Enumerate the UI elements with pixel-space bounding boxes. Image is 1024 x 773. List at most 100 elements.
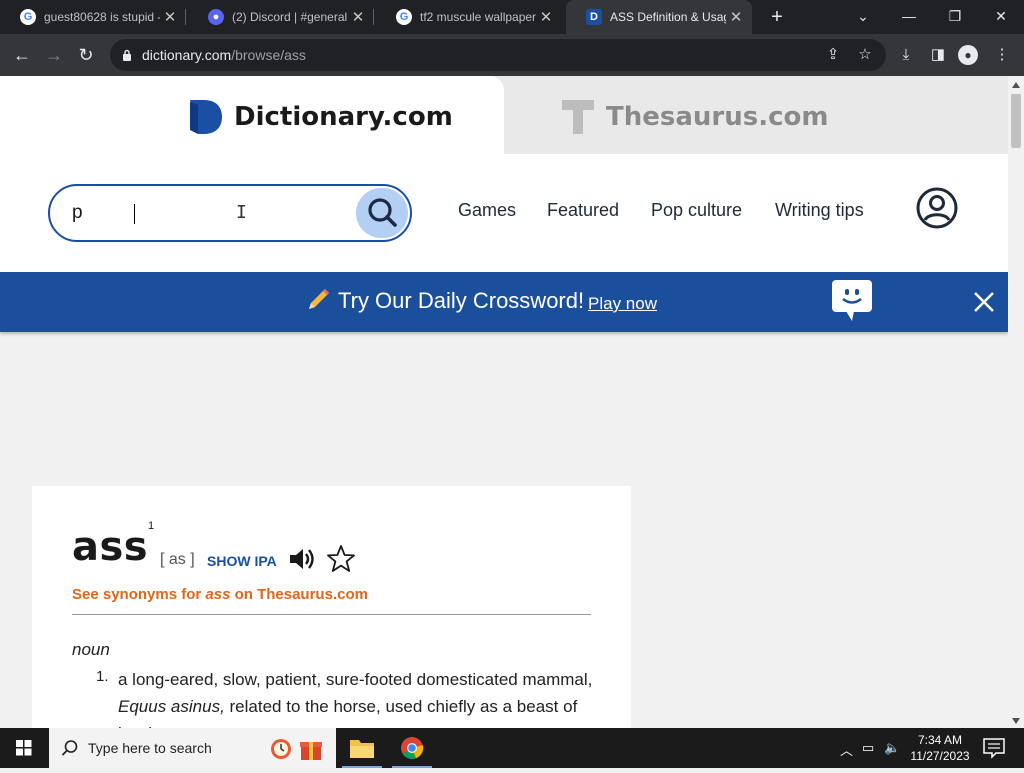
forward-icon[interactable]: → bbox=[42, 43, 66, 67]
show-ipa-button[interactable]: SHOW IPA bbox=[207, 553, 277, 569]
account-icon[interactable] bbox=[916, 187, 958, 229]
chat-bot-icon[interactable] bbox=[832, 280, 872, 322]
side-panel-icon[interactable]: ◨ bbox=[928, 45, 948, 65]
text-caret bbox=[134, 204, 135, 224]
headword-superscript: 1 bbox=[148, 520, 155, 532]
dictionary-logo-icon bbox=[190, 100, 222, 134]
restore-icon[interactable]: ❐ bbox=[932, 0, 978, 34]
google-icon: G bbox=[20, 9, 36, 25]
minimize-icon[interactable]: — bbox=[886, 0, 932, 34]
dictionary-logo[interactable]: Dictionary.com bbox=[190, 100, 453, 134]
browser-tab-strip: G guest80628 is stupid - ✕ ● (2) Discord… bbox=[0, 0, 1024, 34]
tab-close-icon[interactable]: ✕ bbox=[348, 8, 368, 26]
definition-card: ass 1 [ as ] SHOW IPA See synonyms for a… bbox=[32, 486, 631, 728]
browser-tab[interactable]: G tf2 muscule wallpaper ✕ bbox=[376, 0, 562, 34]
url-path: /browse/ass bbox=[231, 47, 306, 63]
tab-separator bbox=[373, 9, 374, 25]
start-button[interactable] bbox=[0, 728, 48, 768]
tab-close-icon[interactable]: ✕ bbox=[726, 8, 746, 26]
tab-search-icon[interactable]: ⌄ bbox=[840, 0, 886, 34]
thesaurus-synonyms-link[interactable]: See synonyms for ass on Thesaurus.com bbox=[72, 586, 368, 603]
browser-tab-active[interactable]: D ASS Definition & Usag ✕ bbox=[566, 0, 752, 34]
crossword-banner: Try Our Daily Crossword! Play now bbox=[0, 272, 1008, 332]
volume-muted-icon[interactable]: 🔈 bbox=[884, 740, 900, 756]
definition-scientific-name: Equus asinus, bbox=[118, 697, 225, 716]
synonyms-suffix: on Thesaurus.com bbox=[230, 586, 368, 603]
tray-chevron-icon[interactable]: ︿ bbox=[840, 740, 853, 759]
search-box[interactable]: I bbox=[48, 184, 412, 242]
scroll-down-icon[interactable] bbox=[1012, 718, 1020, 724]
browser-tab[interactable]: G guest80628 is stupid - ✕ bbox=[0, 0, 186, 34]
pronunciation: [ as ] bbox=[160, 551, 195, 568]
file-explorer-taskbar-icon[interactable] bbox=[338, 728, 386, 768]
network-icon[interactable]: ▭ bbox=[862, 740, 874, 756]
download-icon[interactable]: ⤓ bbox=[896, 45, 916, 65]
nav-writing-tips[interactable]: Writing tips bbox=[775, 200, 864, 221]
tab-title: (2) Discord | #general bbox=[232, 10, 348, 24]
thesaurus-logo-icon bbox=[562, 100, 594, 134]
profile-icon[interactable]: ● bbox=[958, 45, 978, 65]
chrome-icon bbox=[401, 737, 424, 759]
back-icon[interactable]: ← bbox=[10, 43, 34, 67]
windows-logo-icon bbox=[16, 740, 32, 756]
scroll-up-icon[interactable] bbox=[1012, 82, 1020, 88]
definition-number: 1. bbox=[96, 668, 109, 685]
windows-taskbar: Type here to search ︿ ▭ 🔈 7:34 AM 11/27/… bbox=[0, 728, 1024, 768]
clock-time: 7:34 AM bbox=[917, 733, 963, 747]
nav-pop-culture[interactable]: Pop culture bbox=[651, 200, 742, 221]
browser-toolbar: ← → ↻ dictionary.com/browse/ass ⇪ ☆ ⤓ ◨ … bbox=[0, 34, 1024, 76]
favorite-star-icon[interactable] bbox=[326, 544, 356, 574]
lock-icon bbox=[123, 49, 131, 61]
close-banner-icon[interactable] bbox=[972, 290, 996, 314]
search-input[interactable] bbox=[72, 199, 332, 227]
part-of-speech: noun bbox=[72, 640, 110, 659]
tab-title: tf2 muscule wallpaper bbox=[420, 10, 536, 24]
tab-close-icon[interactable]: ✕ bbox=[160, 8, 180, 26]
chrome-taskbar-icon[interactable] bbox=[388, 728, 436, 768]
browser-tab[interactable]: ● (2) Discord | #general ✕ bbox=[188, 0, 374, 34]
search-icon bbox=[368, 198, 397, 227]
google-icon: G bbox=[396, 9, 412, 25]
play-now-link[interactable]: Play now bbox=[588, 294, 657, 314]
tab-close-icon[interactable]: ✕ bbox=[536, 8, 556, 26]
headword: ass bbox=[72, 524, 149, 570]
mouse-ibeam-cursor: I bbox=[236, 202, 247, 223]
clock-date: 11/27/2023 bbox=[910, 749, 970, 763]
new-tab-icon[interactable]: + bbox=[766, 6, 788, 28]
address-url: dictionary.com/browse/ass bbox=[142, 47, 306, 63]
discord-icon: ● bbox=[208, 9, 224, 25]
thesaurus-logo[interactable]: Thesaurus.com bbox=[562, 100, 828, 134]
reload-icon[interactable]: ↻ bbox=[74, 43, 98, 67]
tab-title: guest80628 is stupid - bbox=[44, 10, 160, 24]
dictionary-brand-text: Dictionary.com bbox=[234, 102, 453, 132]
menu-kebab-icon[interactable]: ⋮ bbox=[992, 45, 1012, 65]
system-clock[interactable]: 7:34 AM 11/27/2023 bbox=[900, 732, 980, 764]
close-window-icon[interactable]: ✕ bbox=[978, 0, 1024, 34]
definition-part-a: a long-eared, slow, patient, sure-footed… bbox=[118, 670, 593, 689]
bookmark-star-icon[interactable]: ☆ bbox=[856, 46, 874, 64]
definition-text: a long-eared, slow, patient, sure-footed… bbox=[118, 666, 598, 728]
url-domain: dictionary.com bbox=[142, 47, 232, 63]
speaker-icon[interactable] bbox=[288, 545, 316, 573]
gift-icon bbox=[300, 742, 322, 760]
alarm-clock-icon bbox=[271, 739, 291, 759]
nav-games[interactable]: Games bbox=[458, 200, 516, 221]
synonyms-word: ass bbox=[205, 586, 231, 603]
tab-separator bbox=[185, 9, 186, 25]
taskbar-search-box[interactable]: Type here to search bbox=[49, 728, 336, 768]
page-viewport: Dictionary.com Thesaurus.com I Games Fea… bbox=[0, 76, 1008, 728]
search-button[interactable] bbox=[356, 188, 408, 238]
notification-icon[interactable] bbox=[980, 736, 1008, 760]
pencil-icon bbox=[309, 289, 329, 309]
site-switcher: Dictionary.com Thesaurus.com bbox=[0, 76, 1008, 154]
banner-message: Try Our Daily Crossword! bbox=[338, 288, 585, 313]
scrollbar-thumb[interactable] bbox=[1011, 94, 1021, 148]
nav-featured[interactable]: Featured bbox=[547, 200, 619, 221]
taskbar-search-placeholder: Type here to search bbox=[88, 740, 212, 756]
share-icon[interactable]: ⇪ bbox=[824, 46, 842, 64]
site-header: I Games Featured Pop culture Writing tip… bbox=[0, 154, 1008, 272]
page-scrollbar[interactable] bbox=[1008, 76, 1024, 728]
dictionary-icon: D bbox=[586, 9, 602, 25]
thesaurus-brand-text: Thesaurus.com bbox=[606, 102, 829, 132]
address-bar[interactable]: dictionary.com/browse/ass ⇪ ☆ bbox=[110, 39, 886, 71]
